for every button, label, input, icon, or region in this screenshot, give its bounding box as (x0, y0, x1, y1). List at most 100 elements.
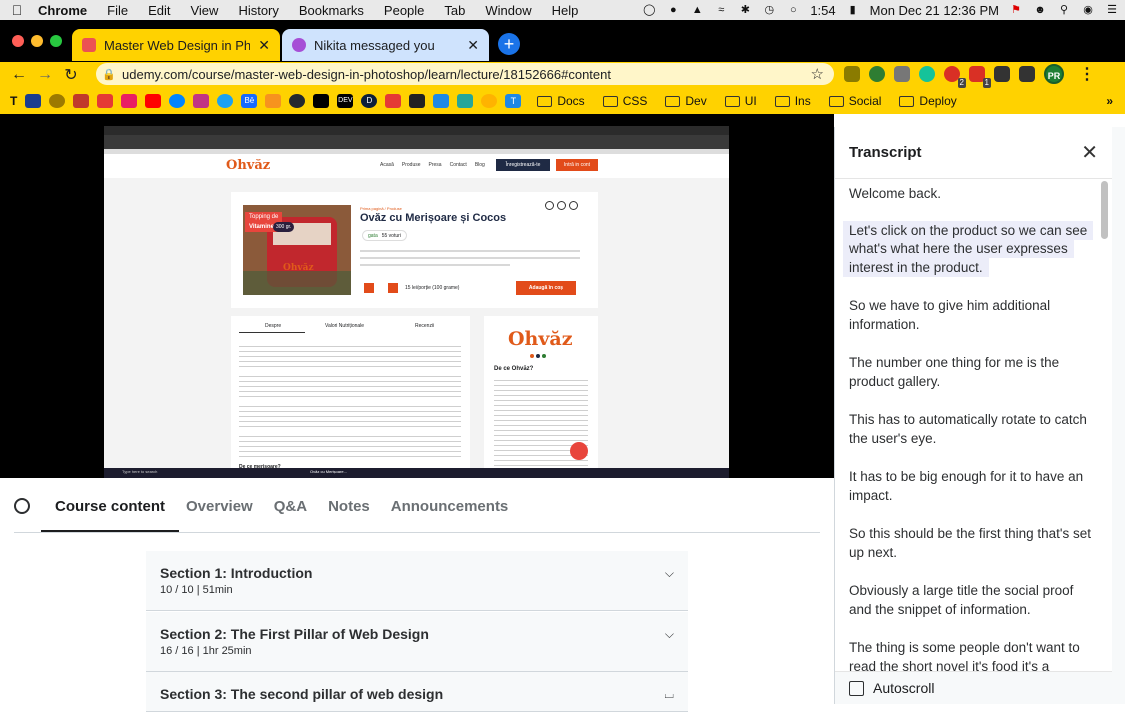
bookmark-star-icon[interactable]: ☆ (811, 65, 824, 83)
tab-udemy[interactable]: Master Web Design in Phot ✕ (72, 29, 280, 61)
transcript-cue[interactable]: This has to automatically rotate to catc… (843, 407, 1097, 452)
section-3[interactable]: Section 3: The second pillar of web desi… (146, 672, 688, 712)
menu-view[interactable]: View (180, 3, 228, 18)
chevron-down-icon[interactable]: ⌵ (665, 566, 674, 581)
bookmark-script-icon[interactable] (121, 94, 138, 108)
record-icon[interactable]: 2 (944, 66, 966, 88)
tab-course-content[interactable]: Course content (40, 478, 180, 534)
instagram-icon[interactable] (193, 94, 210, 108)
transcript-scrollbar[interactable] (1101, 181, 1108, 239)
bluetooth-icon[interactable]: ✱ (738, 4, 752, 16)
menu-edit[interactable]: Edit (138, 3, 180, 18)
chevron-up-icon[interactable]: ⌴ (664, 687, 674, 702)
transcript-cue-active[interactable]: Let's click on the product so we can see… (843, 218, 1097, 282)
dev-icon[interactable]: DEV (337, 94, 354, 108)
bookmark-folder-deploy[interactable]: Deploy (899, 94, 957, 108)
url-text[interactable]: udemy.com/course/master-web-design-in-ph… (122, 67, 611, 82)
tab-qa[interactable]: Q&A (274, 478, 307, 534)
bookmark-folder-ins[interactable]: Ins (774, 94, 811, 108)
github-icon[interactable] (289, 94, 306, 108)
bookmark-t-blue-icon[interactable]: T (505, 94, 522, 108)
menu-file[interactable]: File (97, 3, 138, 18)
bookmark-flame-icon[interactable] (73, 94, 90, 108)
minimize-window-button[interactable] (31, 35, 43, 47)
bookmark-leaf-icon[interactable] (457, 94, 474, 108)
chrome-menu-icon[interactable]: ⋮ (1079, 64, 1095, 84)
forward-arrow-icon[interactable]: → (32, 66, 58, 84)
search-icon[interactable] (14, 498, 30, 514)
profile-avatar[interactable]: PR (1044, 64, 1064, 84)
time-machine-icon[interactable]: ◷ (762, 4, 776, 16)
reload-icon[interactable]: ↻ (58, 65, 84, 85)
focus-icon[interactable]: ● (666, 4, 680, 16)
address-bar[interactable]: 🔒 udemy.com/course/master-web-design-in-… (96, 63, 834, 85)
menubar-datetime[interactable]: Mon Dec 21 12:36 PM (870, 3, 999, 18)
lock-icon[interactable]: 🔒 (96, 68, 122, 81)
tab-overview[interactable]: Overview (186, 478, 253, 534)
user-icon[interactable]: ☻ (1033, 4, 1047, 16)
bookmark-d-icon[interactable]: D (361, 94, 378, 108)
close-tab-icon[interactable]: ✕ (467, 37, 479, 54)
tab-notes[interactable]: Notes (328, 478, 370, 534)
creative-cloud-icon[interactable]: ◯ (642, 4, 656, 16)
grid-icon[interactable]: 1 (969, 66, 991, 88)
tab-messenger[interactable]: Nikita messaged you ✕ (282, 29, 489, 61)
bookmark-folder-dev[interactable]: Dev (665, 94, 707, 108)
menu-people[interactable]: People (374, 3, 434, 18)
bookmark-folder-css[interactable]: CSS (602, 94, 647, 108)
section-2[interactable]: Section 2: The First Pillar of Web Desig… (146, 612, 688, 672)
bookmark-t-icon[interactable]: T (10, 94, 17, 108)
app-menu[interactable]: Chrome (34, 3, 97, 18)
flag-icon[interactable]: ⚑ (1009, 4, 1023, 16)
bookmark-shield-icon[interactable] (25, 94, 42, 108)
bookmark-s-icon[interactable] (385, 94, 402, 108)
bookmark-image-icon[interactable] (433, 94, 450, 108)
bug-icon[interactable] (844, 66, 860, 82)
transcript-cue[interactable]: So this should be the first thing that's… (843, 521, 1097, 566)
siri-icon[interactable]: ◉ (1081, 4, 1095, 16)
bookmark-folder-social[interactable]: Social (828, 94, 881, 108)
eyedropper-icon[interactable] (894, 66, 910, 82)
playlist-icon[interactable] (1019, 66, 1035, 82)
back-arrow-icon[interactable]: ← (6, 66, 32, 84)
bookmark-folder-ui[interactable]: UI (724, 94, 757, 108)
transcript-cue[interactable]: It has to be big enough for it to have a… (843, 464, 1097, 509)
transcript-cue[interactable]: The number one thing for me is the produ… (843, 350, 1097, 395)
chevron-down-icon[interactable]: ⌵ (665, 627, 674, 642)
youtube-icon[interactable] (145, 94, 162, 108)
zoom-window-button[interactable] (50, 35, 62, 47)
behance-icon[interactable]: Bē (241, 94, 258, 108)
battery-icon[interactable]: ▮ (846, 4, 860, 16)
twitter-icon[interactable] (217, 94, 234, 108)
transcript-cue[interactable]: So we have to give him additional inform… (843, 293, 1097, 338)
menu-tab[interactable]: Tab (434, 3, 475, 18)
wifi-icon[interactable]: ≈ (714, 4, 728, 16)
section-1[interactable]: Section 1: Introduction 10 / 10 | 51min … (146, 551, 688, 611)
clock-icon[interactable]: ○ (786, 4, 800, 16)
autoscroll-checkbox[interactable] (849, 680, 864, 696)
transcript-cue[interactable]: Welcome back. (843, 179, 1097, 208)
close-window-button[interactable] (12, 35, 24, 47)
bookmark-t-red-icon[interactable] (97, 94, 114, 108)
bookmark-stack-icon[interactable] (265, 94, 282, 108)
menu-bookmarks[interactable]: Bookmarks (289, 3, 374, 18)
bookmark-c-icon[interactable] (409, 94, 426, 108)
menu-help[interactable]: Help (542, 3, 589, 18)
bookmark-folder-docs[interactable]: Docs (537, 94, 585, 108)
puzzle-icon[interactable] (994, 66, 1010, 82)
close-tab-icon[interactable]: ✕ (258, 37, 270, 54)
autoscroll-toggle[interactable]: Autoscroll (835, 671, 1112, 704)
compass-icon[interactable] (869, 66, 885, 82)
medium-icon[interactable] (313, 94, 330, 108)
more-bookmarks-icon[interactable]: » (1106, 94, 1113, 108)
spotlight-search-icon[interactable]: ⚲ (1057, 4, 1071, 16)
bookmark-tool-icon[interactable] (49, 94, 66, 108)
apple-menu-icon[interactable]:  (0, 2, 34, 18)
menu-history[interactable]: History (228, 3, 288, 18)
control-center-icon[interactable]: ☰ (1105, 4, 1119, 16)
alert-icon[interactable]: ▲ (690, 4, 704, 16)
transcript-cue[interactable]: The thing is some people don't want to r… (843, 635, 1097, 671)
messenger-icon[interactable] (169, 94, 186, 108)
bookmark-bulb-icon[interactable] (481, 94, 498, 108)
grammarly-icon[interactable] (919, 66, 935, 82)
